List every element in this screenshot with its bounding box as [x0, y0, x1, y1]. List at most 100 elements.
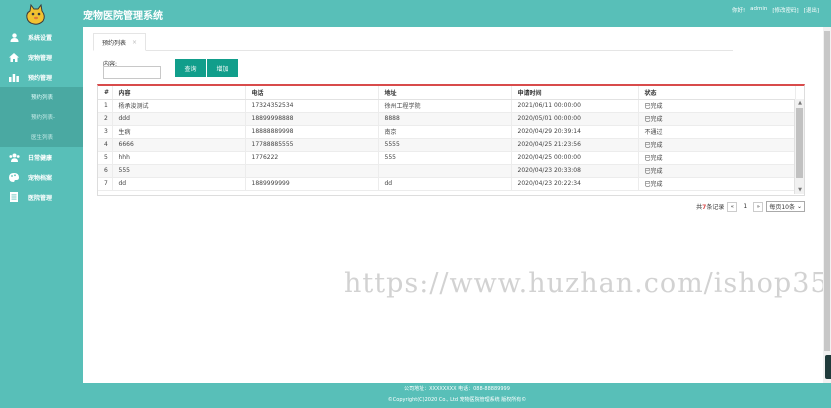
cell-index: 6	[98, 164, 113, 178]
sidebar-subitem-appointment-list[interactable]: 预约列表	[0, 87, 83, 107]
cell-address: 徐州工程学院	[378, 99, 512, 113]
page-scrollbar-thumb[interactable]	[824, 31, 830, 351]
header-bar: 宠物医院管理系统 你好! admin [修改密码] [退出]	[83, 0, 831, 27]
sidebar-subitem-appointment-list-2[interactable]: 预约列表-	[0, 107, 83, 127]
sidebar-item-label: 系统设置	[28, 34, 53, 42]
current-page: 1	[743, 202, 748, 210]
page-scrollbar[interactable]	[823, 27, 831, 383]
cell-index: 4	[98, 138, 113, 152]
change-password-link[interactable]: [修改密码]	[772, 6, 798, 14]
table-row[interactable]: 3 生病 18888889998 南京 2020/04/29 20:39:14 不通过	[98, 125, 796, 139]
watermark: https://www.huzhan.com/ishop3572	[344, 268, 831, 299]
cell-status: 已完成	[638, 99, 796, 113]
cell-phone	[245, 164, 379, 178]
logo-icon	[22, 2, 50, 26]
cell-status: 已完成	[638, 112, 796, 126]
cell-phone: 18888889998	[245, 125, 379, 139]
search-input[interactable]	[103, 66, 161, 79]
table-row[interactable]: 2 ddd 18899998888 8888 2020/05/01 00:00:00 已完…	[98, 112, 796, 126]
query-button[interactable]: 查询	[175, 59, 206, 77]
column-header-phone: 电话	[245, 86, 379, 100]
column-header-time: 申请时间	[511, 86, 639, 100]
tab-label: 预约列表	[102, 39, 127, 47]
scrollbar-thumb[interactable]	[796, 108, 803, 178]
greeting-text: 你好!	[731, 8, 746, 14]
column-header-address: 地址	[378, 86, 512, 100]
cell-address	[378, 164, 512, 178]
sidebar-item-label: 宠物档案	[28, 174, 53, 182]
sidebar-item-pets[interactable]: 宠物管理	[0, 47, 83, 67]
cell-phone: 17788885555	[245, 138, 379, 152]
cell-index: 3	[98, 125, 113, 139]
page-size-select[interactable]: 每页10条 ⌄	[766, 201, 805, 212]
table-row[interactable]: 5 hhh 1776222 555 2020/04/25 00:00:00 已完成	[98, 151, 796, 165]
cell-phone: 1776222	[245, 151, 379, 165]
document-icon	[8, 192, 20, 202]
side-widget[interactable]	[825, 355, 831, 379]
cell-time: 2021/06/11 00:00:00	[511, 99, 639, 113]
cell-index: 2	[98, 112, 113, 126]
cell-time: 2020/04/25 00:00:00	[511, 151, 639, 165]
cell-address: 555	[378, 151, 512, 165]
cell-phone: 1889999999	[245, 177, 379, 191]
cell-content: 555	[112, 164, 246, 178]
appointment-table: # 内容 电话 地址 申请时间 状态 1 杨承浚测试 17324352534 徐州工程…	[97, 84, 805, 196]
cell-status: 已完成	[638, 177, 796, 191]
footer-address: 公司地址：XXXXXXXX 电话：088-88889999	[404, 386, 510, 392]
sidebar-subitem-doctor-list[interactable]: 医生列表	[0, 127, 83, 147]
column-header-status: 状态	[638, 86, 796, 100]
cell-content: ddd	[112, 112, 246, 126]
cell-content: 杨承浚测试	[112, 99, 246, 113]
add-button[interactable]: 增加	[207, 59, 238, 77]
pagination: 共7条记录 « 1 » 每页10条 ⌄	[696, 201, 805, 212]
table-scrollbar[interactable]: ▲ ▼	[794, 99, 804, 194]
cell-index: 5	[98, 151, 113, 165]
sidebar-item-hospital[interactable]: 医院管理	[0, 187, 83, 207]
home-icon	[8, 52, 20, 62]
cell-time: 2020/04/25 21:23:56	[511, 138, 639, 152]
next-page-button[interactable]: »	[753, 201, 764, 212]
close-icon[interactable]: ×	[132, 39, 137, 46]
cell-content: hhh	[112, 151, 246, 165]
scroll-up-icon[interactable]: ▲	[795, 99, 804, 107]
app-title: 宠物医院管理系统	[83, 11, 163, 22]
table-header: # 内容 电话 地址 申请时间 状态	[98, 86, 796, 100]
sidebar-item-health[interactable]: 日常健康	[0, 147, 83, 167]
sidebar-item-system[interactable]: 系统设置	[0, 27, 83, 47]
chevron-down-icon: ⌄	[796, 203, 802, 210]
table-row[interactable]: 6 555 2020/04/23 20:33:08 已完成	[98, 164, 796, 178]
footer-copyright: ©Copyright(C)2020 Co., Ltd 宠物医院管理系统 版权所有…	[387, 397, 527, 403]
cell-status: 不通过	[638, 125, 796, 139]
page-size-value: 每页10条	[769, 204, 795, 211]
cell-content: 生病	[112, 125, 246, 139]
column-header-index: #	[98, 86, 113, 100]
prev-page-button[interactable]: «	[727, 201, 738, 212]
cell-time: 2020/04/23 20:22:34	[511, 177, 639, 191]
cell-address: dd	[378, 177, 512, 191]
cell-status: 已完成	[638, 151, 796, 165]
column-header-content: 内容	[112, 86, 246, 100]
tab-appointment-list[interactable]: 预约列表 ×	[93, 33, 147, 51]
cell-index: 1	[98, 99, 113, 113]
cell-status: 已完成	[638, 138, 796, 152]
record-count: 共7条记录	[696, 204, 725, 211]
tab-bar: 预约列表 ×	[93, 29, 733, 51]
footer: 公司地址：XXXXXXXX 电话：088-88889999 ©Copyright…	[83, 383, 831, 408]
table-row[interactable]: 1 杨承浚测试 17324352534 徐州工程学院 2021/06/11 00:00:…	[98, 99, 796, 113]
table-row[interactable]: 4 6666 17788885555 5555 2020/04/25 21:23:56 已…	[98, 138, 796, 152]
cell-address: 8888	[378, 112, 512, 126]
main-content: 预约列表 × 内容: 查询 增加 # 内容 电话 地址 申请时间 状态 1 杨承浚…	[83, 27, 823, 383]
scroll-down-icon[interactable]: ▼	[795, 186, 804, 194]
cell-address: 5555	[378, 138, 512, 152]
cell-time: 2020/04/23 20:33:08	[511, 164, 639, 178]
cell-phone: 17324352534	[245, 99, 379, 113]
sidebar-item-label: 宠物管理	[28, 54, 53, 62]
logout-link[interactable]: [退出]	[804, 6, 819, 14]
palette-icon	[8, 172, 20, 182]
sidebar: 系统设置 宠物管理 预约管理 预约列表 预约列表- 医生列表 日常健康 宠物档案…	[0, 0, 83, 408]
sidebar-item-appointments[interactable]: 预约管理	[0, 67, 83, 87]
sidebar-item-records[interactable]: 宠物档案	[0, 167, 83, 187]
table-row[interactable]: 7 dd 1889999999 dd 2020/04/23 20:22:34 已完成	[98, 177, 796, 191]
sidebar-item-label: 预约管理	[28, 74, 53, 82]
cell-time: 2020/05/01 00:00:00	[511, 112, 639, 126]
